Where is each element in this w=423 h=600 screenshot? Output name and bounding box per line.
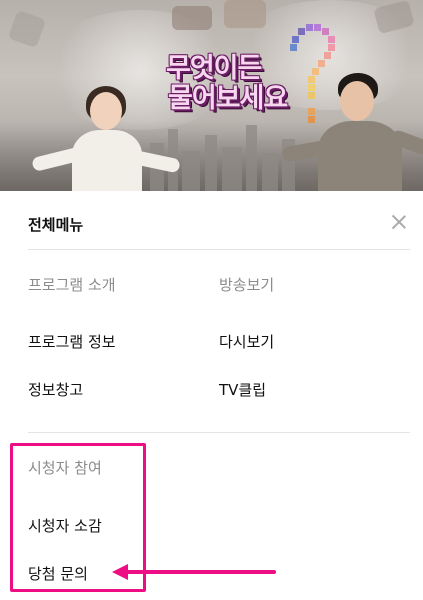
menu-item-tv-clip[interactable]: TV클립 <box>219 379 266 400</box>
menu-item-info-archive[interactable]: 정보창고 <box>28 379 83 400</box>
arrow-line <box>124 570 276 574</box>
program-banner: 무엇이든 물어보세요 <box>0 0 423 191</box>
section-heading-watch: 방송보기 <box>219 276 275 294</box>
program-logo: 무엇이든 물어보세요 <box>166 53 288 114</box>
question-mark-logo-graphic <box>288 22 338 132</box>
close-icon[interactable] <box>388 211 410 233</box>
menu-item-replay[interactable]: 다시보기 <box>219 331 274 352</box>
menu-divider <box>28 432 410 433</box>
menu-item-program-info[interactable]: 프로그램 정보 <box>28 331 116 352</box>
host-left-photo <box>31 86 181 191</box>
menu-divider <box>28 249 410 250</box>
menu-title: 전체메뉴 <box>28 216 84 234</box>
arrow-left-icon <box>112 564 128 580</box>
section-heading-program-intro: 프로그램 소개 <box>28 276 116 294</box>
